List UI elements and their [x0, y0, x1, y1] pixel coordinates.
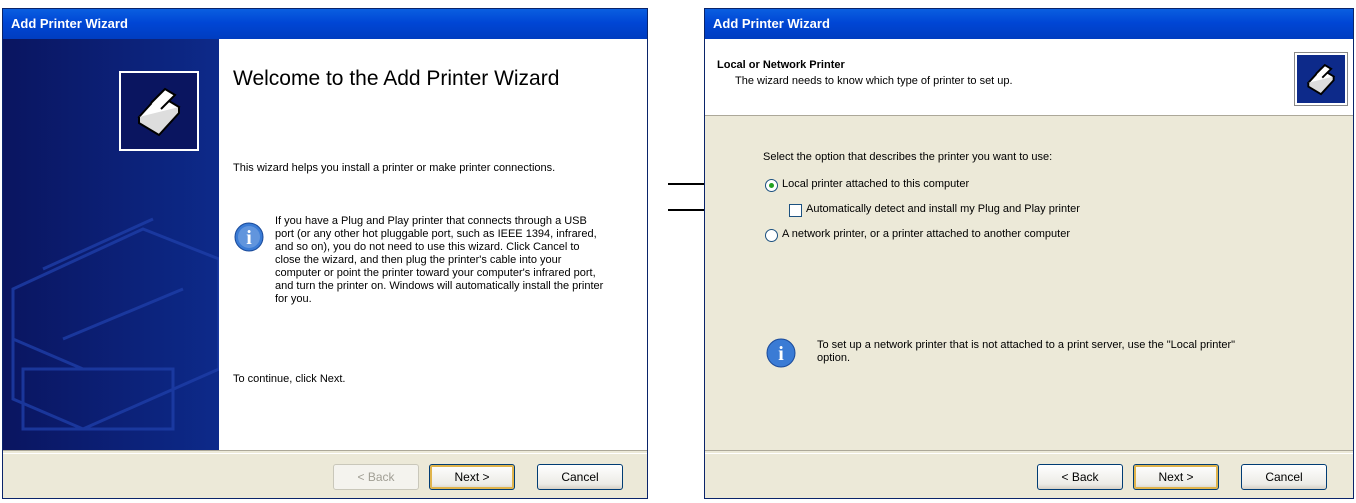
network-info-text: To set up a network printer that is not …	[817, 339, 1236, 364]
printer-icon	[119, 71, 199, 151]
intro-text: This wizard helps you install a printer …	[233, 162, 556, 174]
back-button[interactable]: < Back	[333, 464, 419, 490]
svg-text:i: i	[246, 227, 252, 249]
cancel-button[interactable]: Cancel	[537, 464, 623, 490]
wizard-sidebar	[3, 39, 219, 450]
right-title-bar[interactable]: Add Printer Wizard	[705, 9, 1353, 39]
left-wizard-window: Add Printer Wizard Welcome to the Add Pr…	[2, 8, 648, 499]
continue-text: To continue, click Next.	[233, 373, 346, 385]
printer-icon	[1294, 52, 1348, 106]
local-printer-radio[interactable]	[765, 179, 778, 192]
network-printer-label[interactable]: A network printer, or a printer attached…	[782, 228, 1070, 240]
info-icon: i	[766, 338, 796, 368]
page-title: Welcome to the Add Printer Wizard	[233, 67, 560, 90]
info-icon: i	[234, 222, 264, 252]
footer-divider	[3, 450, 647, 454]
svg-text:i: i	[778, 343, 784, 365]
right-wizard-window: Add Printer Wizard Local or Network Prin…	[704, 8, 1354, 499]
cancel-button[interactable]: Cancel	[1241, 464, 1327, 490]
info-text: If you have a Plug and Play printer that…	[275, 215, 604, 305]
next-button[interactable]: Next >	[429, 464, 515, 490]
option-prompt: Select the option that describes the pri…	[763, 151, 1053, 163]
back-button[interactable]: < Back	[1037, 464, 1123, 490]
header-subtitle: The wizard needs to know which type of p…	[735, 75, 1013, 87]
network-printer-radio[interactable]	[765, 229, 778, 242]
autodetect-label[interactable]: Automatically detect and install my Plug…	[806, 203, 1080, 215]
footer-divider	[705, 450, 1353, 454]
next-button[interactable]: Next >	[1133, 464, 1219, 490]
left-content: Welcome to the Add Printer Wizard This w…	[219, 39, 647, 450]
wizard-header: Local or Network Printer The wizard need…	[705, 39, 1353, 116]
local-printer-label[interactable]: Local printer attached to this computer	[782, 178, 969, 190]
left-title-bar[interactable]: Add Printer Wizard	[3, 9, 647, 39]
autodetect-checkbox[interactable]	[789, 204, 802, 217]
header-title: Local or Network Printer	[717, 59, 845, 71]
